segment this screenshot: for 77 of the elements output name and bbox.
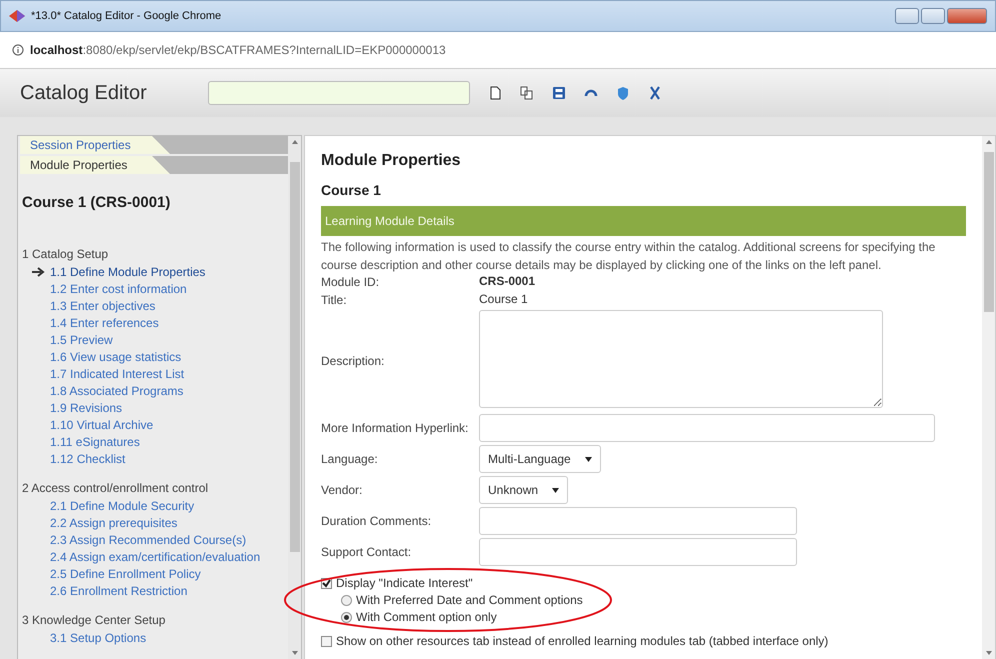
sidebar-link[interactable]: 2.4 Assign exam/certification/evaluation — [20, 548, 288, 565]
field-label: Language: — [321, 452, 379, 466]
sidebar-link[interactable]: 1.9 Revisions — [20, 399, 288, 416]
scrollbar[interactable] — [982, 136, 995, 659]
radio-label: With Comment option only — [356, 610, 497, 624]
save-icon[interactable] — [552, 86, 566, 100]
sidebar-link[interactable]: 1.1 Define Module Properties — [20, 263, 288, 280]
sidebar-link[interactable]: 1.2 Enter cost information — [20, 280, 288, 297]
app-title: Catalog Editor — [20, 82, 148, 104]
sidebar-link[interactable]: 1.5 Preview — [20, 331, 288, 348]
course-title: Course 1 — [321, 182, 382, 198]
caret-icon — [552, 488, 560, 492]
minimize-button[interactable] — [895, 8, 919, 24]
scrollbar-thumb[interactable] — [290, 162, 300, 552]
field-label: More Information Hyperlink: — [321, 421, 470, 435]
input-field[interactable] — [479, 414, 935, 442]
section-heading: 1 Catalog Setup — [22, 247, 110, 261]
field-label: Description: — [321, 354, 386, 368]
section-header: Learning Module Details — [321, 206, 966, 236]
sidebar-link[interactable]: 2.2 Assign prerequisites — [20, 514, 288, 531]
info-icon[interactable] — [12, 44, 24, 56]
checkbox[interactable] — [321, 636, 332, 646]
description-field[interactable] — [479, 310, 883, 408]
x-icon[interactable] — [648, 86, 662, 100]
sidebar-link[interactable]: 1.8 Associated Programs — [20, 382, 288, 399]
document-icon[interactable] — [488, 86, 502, 100]
sidebar-link[interactable]: 2.5 Define Enrollment Policy — [20, 565, 288, 582]
field-label: Support Contact: — [321, 545, 412, 559]
field-value: Course 1 — [479, 292, 528, 306]
sidebar-tab[interactable]: Session Properties — [20, 136, 170, 154]
radio-button[interactable] — [341, 612, 352, 622]
sidebar-link[interactable]: 1.10 Virtual Archive — [20, 416, 288, 433]
radio-label: With Preferred Date and Comment options — [356, 593, 583, 607]
caret-icon — [584, 456, 592, 462]
field-label: Duration Comments: — [321, 514, 432, 528]
scroll-down-icon[interactable] — [986, 651, 992, 655]
scrollbar[interactable] — [288, 136, 301, 659]
url-text[interactable]: localhost:8080/ekp/servlet/ekp/BSCATFRAMES?InternalLID=EKP000000013 — [30, 43, 446, 57]
sidebar-link[interactable]: 2.3 Assign Recommended Course(s) — [20, 531, 288, 548]
checkbox-label: Display "Indicate Interest" — [336, 576, 473, 590]
sidebar-tab[interactable]: Module Properties — [20, 156, 170, 174]
section-heading: 2 Access control/enrollment control — [22, 481, 210, 495]
field-label: Title: — [321, 292, 348, 306]
page-title: Module Properties — [321, 152, 462, 170]
scrollbar-thumb[interactable] — [984, 152, 994, 312]
intro-text: The following information is used to classify the course entry within the catalog. Additional screens for specifying the course description and other course details may be displayed by clicking one of the links on the left panel. — [321, 239, 936, 274]
scroll-down-icon[interactable] — [292, 651, 298, 655]
search-field[interactable] — [208, 81, 470, 105]
sidebar-link[interactable]: 3.1 Setup Options — [20, 629, 288, 646]
sidebar-link[interactable]: 1.11 eSignatures — [20, 433, 288, 450]
dropdown[interactable]: Multi-Language — [479, 445, 601, 473]
sidebar-link[interactable]: 1.7 Indicated Interest List — [20, 365, 288, 382]
sidebar-link[interactable]: 1.3 Enter objectives — [20, 297, 288, 314]
course-heading: Course 1 (CRS-0001) — [22, 194, 172, 211]
field-label: Vendor: — [321, 483, 364, 497]
window-title: *13.0* Catalog Editor - Google Chrome — [31, 10, 222, 22]
field-label: Module ID: — [321, 274, 380, 288]
close-button[interactable] — [947, 8, 987, 24]
checkbox-label: Show on other resources tab instead of enrolled learning modules tab (tabbed interface only) — [336, 634, 828, 648]
copy-icon[interactable] — [520, 86, 534, 100]
sidebar-link[interactable]: 2.1 Define Module Security — [20, 497, 288, 514]
field-value: CRS-0001 — [479, 274, 536, 288]
maximize-button[interactable] — [921, 8, 945, 24]
input-field[interactable] — [479, 538, 797, 566]
sidebar-link[interactable]: 1.4 Enter references — [20, 314, 288, 331]
radio-button[interactable] — [341, 594, 352, 606]
shield-icon[interactable] — [616, 86, 630, 100]
sidebar-link[interactable]: 1.12 Checklist — [20, 450, 288, 467]
scroll-up-icon[interactable] — [292, 140, 298, 144]
arrow-icon — [32, 266, 46, 276]
dropdown[interactable]: Unknown — [479, 476, 568, 504]
sidebar-link[interactable]: 1.6 View usage statistics — [20, 348, 288, 365]
input-field[interactable] — [479, 507, 797, 535]
sidebar-link[interactable]: 2.6 Enrollment Restriction — [20, 582, 288, 599]
section-heading: 3 Knowledge Center Setup — [22, 613, 166, 627]
browser-logo-icon — [9, 10, 25, 22]
scroll-up-icon[interactable] — [986, 140, 992, 144]
